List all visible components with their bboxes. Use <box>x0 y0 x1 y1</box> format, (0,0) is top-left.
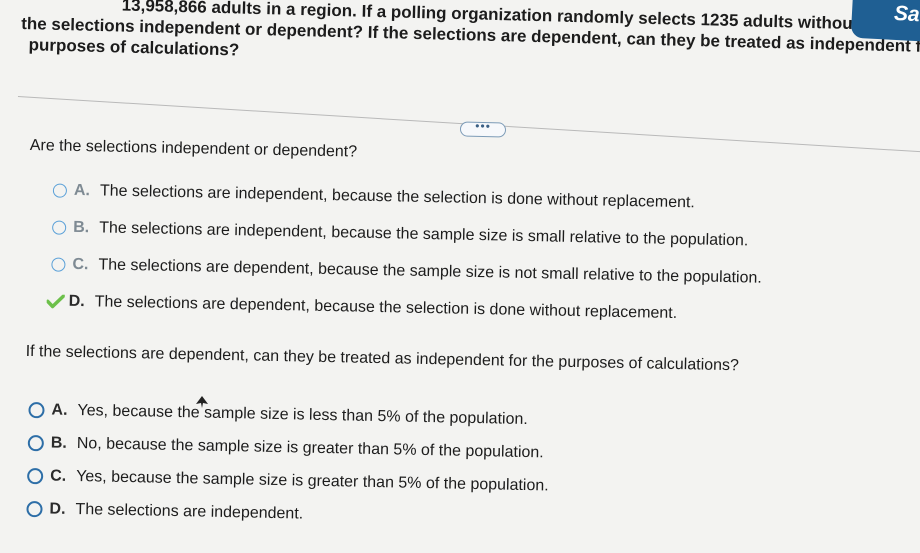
part2-option-c[interactable]: C. Yes, because the sample size is great… <box>27 466 549 496</box>
option-text: Yes, because the sample size is less tha… <box>77 402 528 429</box>
part2-option-b[interactable]: B. No, because the sample size is greate… <box>27 433 544 463</box>
option-letter: A. <box>73 181 91 200</box>
part2-prompt: If the selections are dependent, can the… <box>25 342 740 375</box>
save-button[interactable]: Sa <box>850 0 920 43</box>
part2-option-d[interactable]: D. The selections are independent. <box>26 499 303 525</box>
radio-button-icon[interactable] <box>52 183 68 198</box>
radio-button-icon[interactable] <box>26 501 43 518</box>
option-text: The selections are independent, because … <box>99 182 696 212</box>
part1-option-b[interactable]: B. The selections are independent, becau… <box>52 217 749 251</box>
option-letter: B. <box>73 218 90 237</box>
option-text: The selections are independent. <box>75 500 304 523</box>
option-letter: A. <box>51 401 68 419</box>
part1-option-c[interactable]: C. The selections are dependent, because… <box>51 254 762 288</box>
part1-option-d[interactable]: D. The selections are dependent, because… <box>46 291 677 324</box>
correct-check-icon <box>46 294 65 309</box>
part2-option-a[interactable]: A. Yes, because the sample size is less … <box>28 400 528 430</box>
radio-button-icon[interactable] <box>27 435 44 452</box>
question-stem: 13,958,866 adults in a region. If a poll… <box>20 0 920 78</box>
option-text: Yes, because the sample size is greater … <box>76 467 549 495</box>
option-text: The selections are dependent, because th… <box>98 256 762 287</box>
radio-button-icon[interactable] <box>28 402 45 419</box>
option-letter: B. <box>50 434 68 452</box>
radio-button-icon[interactable] <box>51 257 66 272</box>
more-options-button[interactable]: ••• <box>459 119 507 138</box>
question-page: 13,958,866 adults in a region. If a poll… <box>0 0 920 553</box>
option-text: The selections are independent, because … <box>98 219 749 250</box>
mouse-cursor-icon <box>196 396 208 408</box>
option-text: No, because the sample size is greater t… <box>76 435 544 462</box>
option-text: The selections are dependent, because th… <box>94 293 678 323</box>
answer-area: Are the selections independent or depend… <box>26 136 910 523</box>
part1-prompt: Are the selections independent or depend… <box>29 136 358 161</box>
option-letter: C. <box>50 467 67 485</box>
option-letter: D. <box>49 500 66 518</box>
radio-button-icon[interactable] <box>27 468 44 485</box>
option-letter: C. <box>72 255 89 274</box>
part1-option-a[interactable]: A. The selections are independent, becau… <box>52 180 696 213</box>
radio-button-icon[interactable] <box>52 220 67 235</box>
option-letter: D. <box>68 292 85 311</box>
